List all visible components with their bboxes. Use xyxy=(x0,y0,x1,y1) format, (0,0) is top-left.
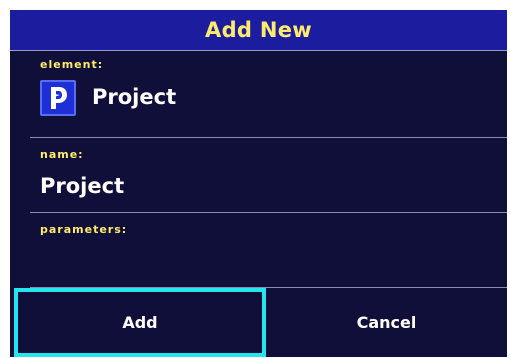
cancel-button-label: Cancel xyxy=(356,313,417,332)
parameters-label: parameters: xyxy=(40,223,128,236)
project-icon-glyph xyxy=(51,87,67,109)
title-bar: Add New xyxy=(10,10,507,51)
name-field[interactable]: Project xyxy=(40,174,124,198)
divider xyxy=(30,137,507,138)
name-label: name: xyxy=(40,148,84,161)
add-button-label: Add xyxy=(122,313,158,332)
element-label: element: xyxy=(40,58,104,71)
add-button[interactable]: Add xyxy=(14,288,266,357)
dialog-title: Add New xyxy=(205,18,312,42)
element-value: Project xyxy=(92,85,177,109)
add-new-dialog: Add New element: Project name: Project p… xyxy=(10,10,507,357)
divider xyxy=(30,212,507,213)
cancel-button[interactable]: Cancel xyxy=(266,288,507,357)
project-icon xyxy=(40,80,76,116)
